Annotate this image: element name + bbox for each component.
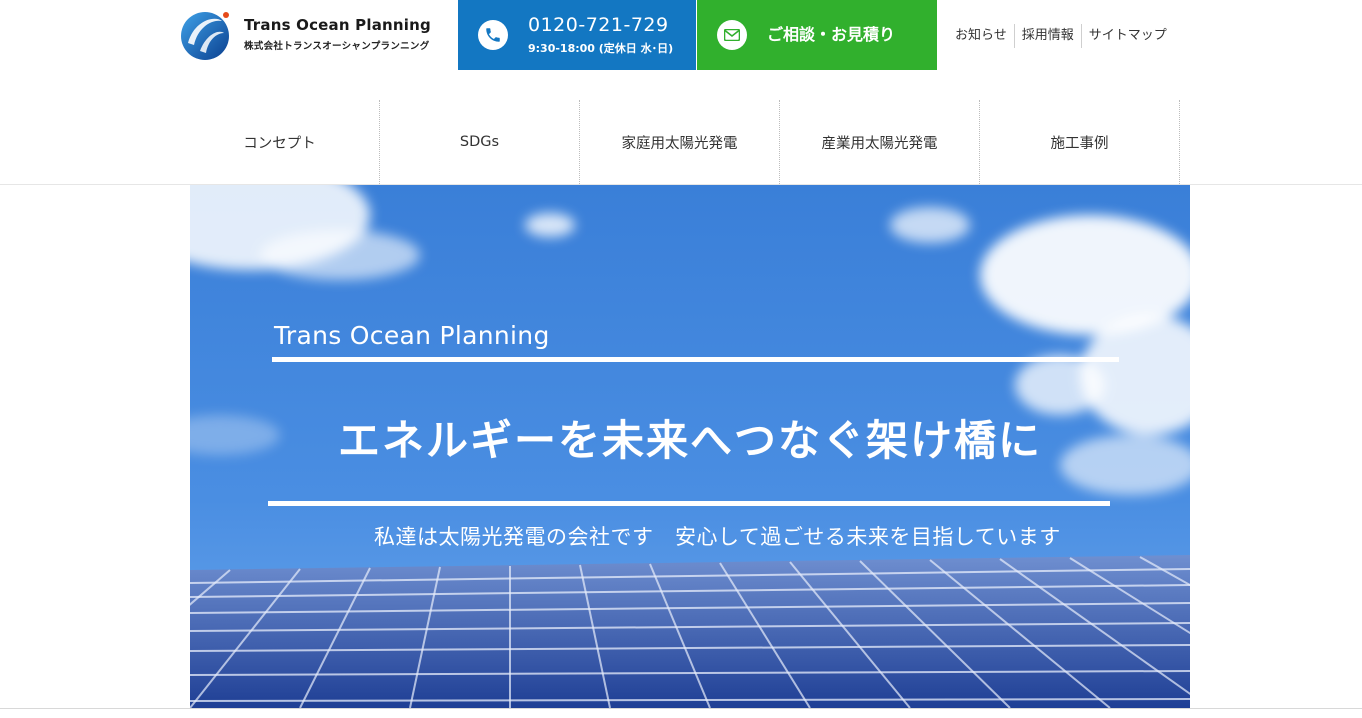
mail-icon [717, 20, 747, 50]
nav-item-case-studies[interactable]: 施工事例 [980, 100, 1180, 184]
hero-subtitle: 私達は太陽光発電の会社です 安心して過ごせる未来を目指しています [374, 525, 1061, 549]
section-divider [0, 708, 1362, 709]
hero-divider-bottom [268, 501, 1110, 506]
globe-swoosh-logo-icon [181, 12, 229, 60]
nav-item-residential-solar[interactable]: 家庭用太陽光発電 [580, 100, 780, 184]
logo-company-name: Trans Ocean Planning [244, 16, 431, 34]
nav-item-concept[interactable]: コンセプト [180, 100, 380, 184]
hero-banner: Trans Ocean Planning エネルギーを未来へつなぐ架け橋に 私達… [190, 185, 1190, 708]
hero-divider-top [272, 357, 1119, 362]
util-link-recruit[interactable]: 採用情報 [1015, 24, 1081, 48]
hero-headline: エネルギーを未来へつなぐ架け橋に [337, 416, 1042, 465]
phone-icon [478, 20, 508, 50]
nav-item-industrial-solar[interactable]: 産業用太陽光発電 [780, 100, 980, 184]
nav-item-sdgs[interactable]: SDGs [380, 100, 580, 184]
util-link-sitemap[interactable]: サイトマップ [1082, 24, 1174, 48]
consultation-estimate-label: ご相談・お見積り [767, 25, 896, 44]
utility-nav: お知らせ 採用情報 サイトマップ [948, 24, 1174, 48]
phone-number: 0120-721-729 [528, 14, 669, 36]
business-hours: 9:30-18:00 (定休日 水･日) [528, 42, 674, 55]
site-logo[interactable]: Trans Ocean Planning 株式会社トランスオーシャンプランニング [178, 6, 448, 62]
site-header: Trans Ocean Planning 株式会社トランスオーシャンプランニング… [0, 0, 1362, 185]
phone-contact-button[interactable]: 0120-721-729 9:30-18:00 (定休日 水･日) [458, 0, 696, 70]
util-link-news[interactable]: お知らせ [948, 24, 1014, 48]
global-nav: コンセプト SDGs 家庭用太陽光発電 産業用太陽光発電 施工事例 [180, 100, 1180, 184]
consultation-estimate-button[interactable]: ご相談・お見積り [697, 0, 937, 70]
hero-brand-name: Trans Ocean Planning [274, 321, 550, 350]
logo-company-kana: 株式会社トランスオーシャンプランニング [244, 41, 430, 52]
